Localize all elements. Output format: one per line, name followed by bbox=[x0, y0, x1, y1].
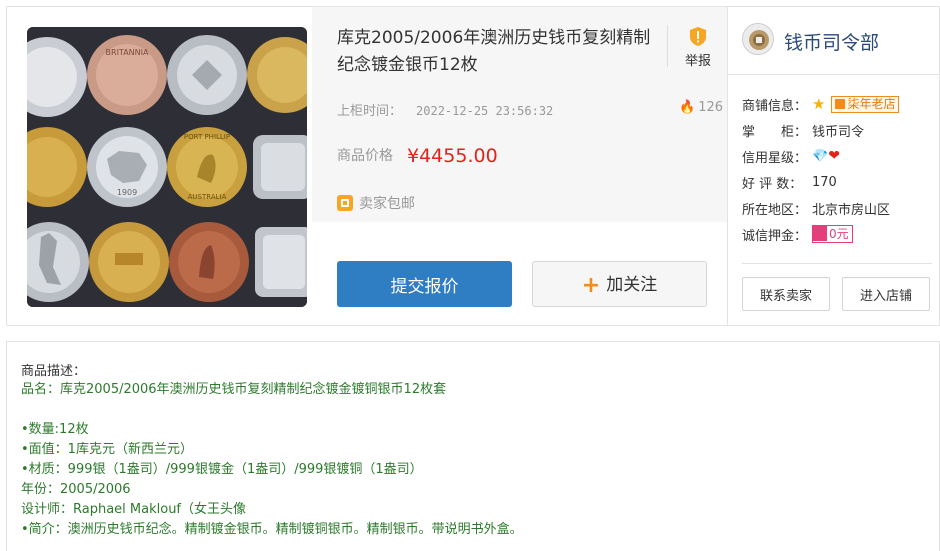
shipping-row: 卖家包邮 bbox=[337, 193, 415, 213]
flame-icon: 🔥 bbox=[679, 100, 696, 115]
shop-info-row: 商铺信息： ★ 柒年老店 bbox=[742, 91, 900, 117]
shop-info-row: 诚信押金： 0元 bbox=[742, 221, 899, 247]
description-line: •面值：1库克元（新西兰元） bbox=[21, 442, 193, 457]
positive-reviews-label: 好 评 数： bbox=[742, 176, 803, 192]
enter-shop-button[interactable]: 进入店铺 bbox=[842, 277, 930, 311]
description-lines: 品名：库克2005/2006年澳洲历史钱币复刻精制纪念镀金镀铜银币12枚套 •数… bbox=[21, 380, 523, 540]
coin-text: PORT PHILLIP bbox=[184, 133, 230, 141]
deposit-icon bbox=[813, 226, 827, 241]
description-line: •简介：澳洲历史钱币纪念。精制镀金银币。精制镀铜银币。精制银币。带说明书外盒。 bbox=[21, 522, 523, 537]
free-shipping-icon bbox=[337, 195, 353, 211]
listed-time-label: 上柜时间： bbox=[337, 104, 403, 119]
description-line: •材质：999银（1盎司）/999银镀金（1盎司）/999银镀铜（1盎司） bbox=[21, 462, 423, 477]
shipping-label: 卖家包邮 bbox=[359, 196, 415, 212]
deposit-badge: 0元 bbox=[812, 225, 853, 243]
price-value: ¥4455.00 bbox=[407, 145, 498, 167]
credit-level-label: 信用星级： bbox=[742, 150, 808, 166]
view-count-value: 126 bbox=[698, 100, 724, 115]
positive-reviews-value: 170 bbox=[812, 174, 837, 190]
deposit-value: 0元 bbox=[829, 227, 849, 241]
plus-icon: + bbox=[581, 273, 601, 298]
price-label: 商品价格 bbox=[337, 148, 393, 164]
product-info-panel: 库克2005/2006年澳洲历史钱币复刻精制纪念镀金银币12枚 举报 上柜时间：… bbox=[312, 7, 727, 222]
shop-info-row: 好 评 数： 170 bbox=[742, 169, 899, 195]
coin-grid-image: BRITANNIA 1909 PORT PHILLIP AUSTRALIA bbox=[27, 27, 307, 307]
price-row: 商品价格 ¥4455.00 bbox=[337, 145, 498, 167]
description-card: 商品描述： 品名：库克2005/2006年澳洲历史钱币复刻精制纪念镀金镀铜银币1… bbox=[6, 341, 940, 551]
product-card: BRITANNIA 1909 PORT PHILLIP AUSTRALIA 库克 bbox=[6, 6, 940, 326]
shop-age-badge: 柒年老店 bbox=[831, 95, 900, 113]
description-line: 年份：2005/2006 bbox=[21, 482, 131, 497]
description-line: 品名：库克2005/2006年澳洲历史钱币复刻精制纪念镀金镀铜银币12枚套 bbox=[21, 382, 447, 397]
submit-offer-button[interactable]: 提交报价 bbox=[337, 261, 512, 307]
region-value: 北京市房山区 bbox=[812, 202, 891, 218]
contact-seller-button[interactable]: 联系卖家 bbox=[742, 277, 830, 311]
view-count: 🔥 126 bbox=[679, 100, 723, 115]
star-icon: ★ bbox=[812, 95, 826, 113]
warning-shield-icon bbox=[690, 27, 706, 46]
description-header: 商品描述： bbox=[21, 364, 87, 379]
shop-divider bbox=[742, 263, 932, 264]
deposit-label: 诚信押金： bbox=[742, 228, 808, 244]
report-label: 举报 bbox=[684, 54, 711, 69]
description-line: •数量:12枚 bbox=[21, 422, 89, 437]
follow-button[interactable]: + 加关注 bbox=[532, 261, 707, 307]
shop-info-row: 信用星级： 💎 ❤ bbox=[742, 143, 899, 169]
shop-avatar[interactable] bbox=[742, 23, 774, 55]
shop-header: 钱币司令部 bbox=[728, 7, 940, 75]
region-label: 所在地区： bbox=[742, 202, 808, 218]
shop-owner-label: 掌 柜： bbox=[742, 124, 808, 140]
product-title: 库克2005/2006年澳洲历史钱币复刻精制纪念镀金银币12枚 bbox=[337, 28, 651, 75]
description-line: 设计师：Raphael Maklouf（女王头像 bbox=[21, 502, 247, 517]
listed-time-value: 2022-12-25 23:56:32 bbox=[416, 104, 554, 118]
report-button[interactable]: 举报 bbox=[680, 27, 716, 69]
description-line bbox=[21, 400, 523, 420]
shop-owner-value: 钱币司令 bbox=[812, 124, 865, 140]
shop-info-list: 商铺信息： ★ 柒年老店 掌 柜： 钱币司令 信用星级： 💎 ❤ 好 评 数： 1… bbox=[742, 91, 900, 247]
title-divider bbox=[667, 25, 668, 67]
listed-time-row: 上柜时间： 2022-12-25 23:56:32 bbox=[337, 100, 553, 119]
shop-age-text: 柒年老店 bbox=[847, 96, 896, 111]
heart-icon: ❤ bbox=[828, 148, 840, 164]
follow-label: 加关注 bbox=[606, 275, 658, 295]
coin-text: BRITANNIA bbox=[106, 48, 149, 57]
shop-info-row: 掌 柜： 钱币司令 bbox=[742, 117, 899, 143]
shop-panel: 钱币司令部 商铺信息： ★ 柒年老店 掌 柜： 钱币司令 信用星级： 💎 ❤ 好 … bbox=[727, 7, 940, 325]
coin-text: AUSTRALIA bbox=[188, 193, 227, 201]
shop-badge-icon bbox=[835, 98, 846, 109]
coin-text: 1909 bbox=[117, 188, 137, 197]
diamond-icon: 💎 bbox=[812, 148, 829, 164]
shop-name[interactable]: 钱币司令部 bbox=[784, 28, 879, 55]
shop-info-label: 商铺信息： bbox=[742, 98, 808, 114]
product-image[interactable]: BRITANNIA 1909 PORT PHILLIP AUSTRALIA bbox=[27, 27, 307, 307]
shop-info-row: 所在地区： 北京市房山区 bbox=[742, 195, 899, 221]
shop-avatar-icon bbox=[743, 24, 773, 54]
